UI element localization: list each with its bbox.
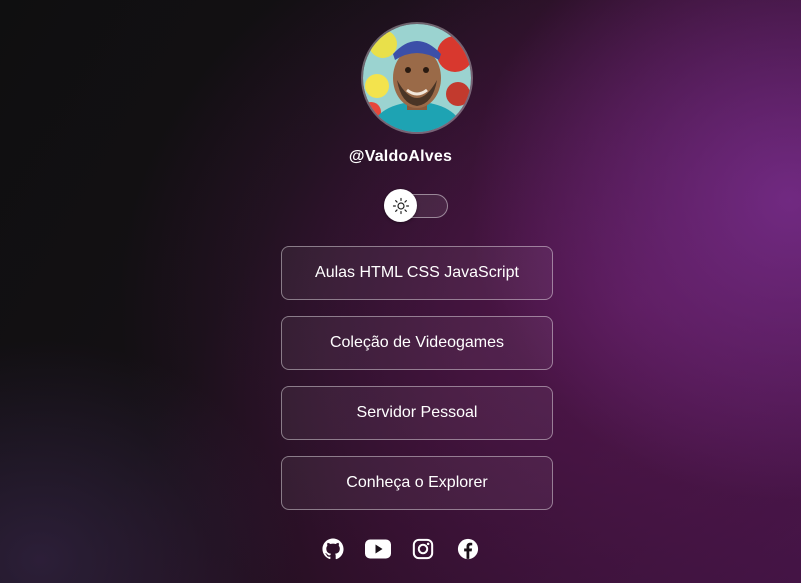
link-button-servidor[interactable]: Servidor Pessoal [281, 386, 553, 440]
sun-icon [392, 197, 409, 214]
social-links [0, 537, 801, 561]
toggle-knob[interactable] [384, 189, 417, 222]
avatar [361, 22, 473, 134]
link-button-explorer[interactable]: Conheça o Explorer [281, 456, 553, 510]
link-button-videogames[interactable]: Coleção de Videogames [281, 316, 553, 370]
avatar-image [363, 24, 471, 132]
instagram-icon[interactable] [410, 537, 436, 561]
facebook-icon[interactable] [455, 537, 481, 561]
youtube-icon[interactable] [365, 537, 391, 561]
github-icon[interactable] [320, 537, 346, 561]
profile-handle: @ValdoAlves [348, 148, 453, 165]
link-button-aulas[interactable]: Aulas HTML CSS JavaScript [281, 246, 553, 300]
theme-toggle[interactable] [384, 189, 448, 222]
link-list: Aulas HTML CSS JavaScript Coleção de Vid… [281, 246, 553, 526]
